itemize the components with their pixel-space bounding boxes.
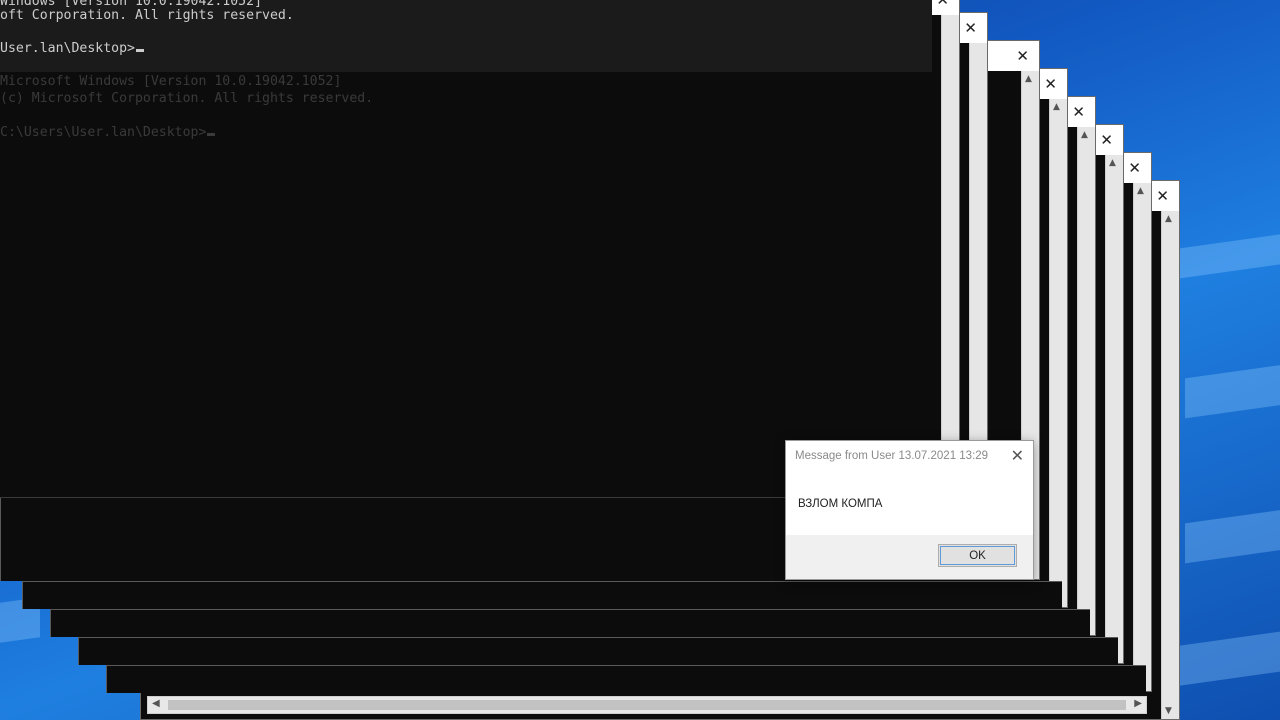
chevron-up-icon[interactable]: ▲: [1025, 74, 1032, 84]
message-dialog[interactable]: Message from User 13.07.2021 13:29 ✕ ВЗЛ…: [785, 440, 1034, 580]
close-icon[interactable]: ✕: [1044, 75, 1057, 93]
cmd-window-bottom-strip[interactable]: [22, 581, 1062, 609]
console-prompt[interactable]: User.lan\Desktop>: [0, 41, 144, 56]
chevron-left-icon[interactable]: ◀: [152, 698, 160, 709]
horizontal-scrollbar[interactable]: ◀ ▶: [147, 696, 1147, 714]
close-icon[interactable]: ✕: [964, 19, 977, 37]
chevron-up-icon[interactable]: ▲: [1053, 102, 1060, 112]
close-icon[interactable]: ✕: [1100, 131, 1113, 149]
vertical-scrollbar[interactable]: ▲▼: [1133, 183, 1151, 691]
dialog-title: Message from User 13.07.2021 13:29: [795, 450, 989, 462]
wallpaper-streak: [1180, 231, 1280, 279]
close-icon[interactable]: ✕: [1011, 446, 1024, 465]
chevron-up-icon[interactable]: ▲: [1165, 214, 1172, 224]
chevron-up-icon[interactable]: ▲: [1137, 186, 1144, 196]
console-ghost-prompt: C:\Users\User.lan\Desktop>: [0, 125, 216, 140]
text-cursor: [135, 49, 144, 52]
cmd-window-bottom-strip[interactable]: [50, 609, 1090, 637]
close-icon[interactable]: ✕: [1156, 187, 1169, 205]
close-icon[interactable]: ✕: [936, 0, 949, 9]
cmd-window-bottom-strip[interactable]: [106, 665, 1146, 693]
cmd-window-bottom-strip[interactable]: [78, 637, 1118, 665]
ok-button[interactable]: OK: [938, 544, 1017, 567]
dialog-message: ВЗЛОМ КОМПА: [798, 498, 883, 510]
dialog-footer: OK: [786, 535, 1033, 579]
wallpaper-streak: [1185, 361, 1280, 419]
console-ghost-line: Microsoft Windows [Version 10.0.19042.10…: [0, 74, 342, 89]
desktop: ✕ ▲▼ ✕ ▲▼ ✕ ▲▼ ✕ ▲▼ ✕ ▲▼ ✕☐ ▲▼ ✕ ✕ ◀ ▶: [0, 0, 1280, 720]
vertical-scrollbar[interactable]: ▲▼: [1161, 211, 1179, 719]
console-ghost-line: (c) Microsoft Corporation. All rights re…: [0, 91, 374, 106]
close-icon[interactable]: ✕: [1016, 47, 1029, 65]
chevron-up-icon[interactable]: ▲: [1081, 130, 1088, 140]
chevron-up-icon[interactable]: ▲: [1109, 158, 1116, 168]
chevron-down-icon[interactable]: ▼: [1165, 706, 1172, 716]
wallpaper-streak: [1185, 506, 1280, 564]
close-icon[interactable]: ✕: [1128, 159, 1141, 177]
scrollbar-thumb[interactable]: [168, 700, 1126, 710]
vertical-scrollbar[interactable]: ▲▼: [1077, 127, 1095, 635]
console-line: oft Corporation. All rights reserved.: [0, 8, 294, 23]
cmd-console-front[interactable]: Windows [Version 10.0.19042.1052] oft Co…: [0, 0, 932, 498]
close-icon[interactable]: ✕: [1072, 103, 1085, 121]
chevron-right-icon[interactable]: ▶: [1134, 698, 1142, 709]
vertical-scrollbar[interactable]: ▲▼: [1049, 99, 1067, 607]
vertical-scrollbar[interactable]: ▲▼: [1105, 155, 1123, 663]
text-cursor: [207, 133, 216, 136]
